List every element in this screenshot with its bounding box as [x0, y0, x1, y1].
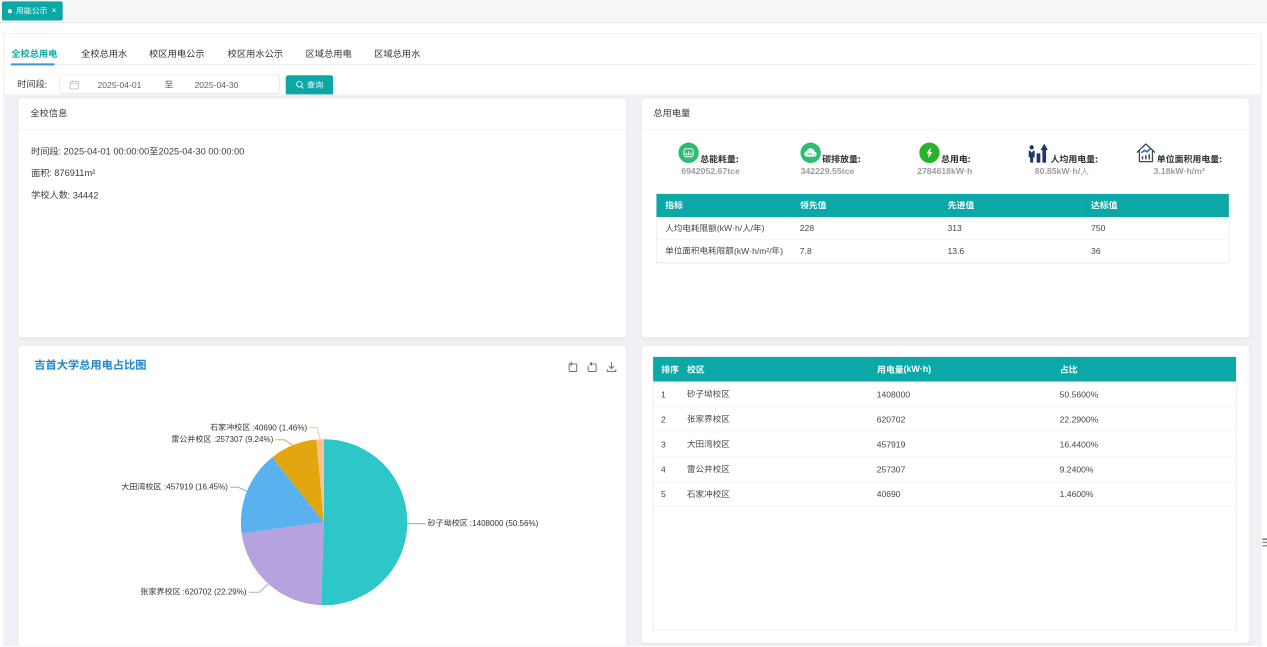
svg-text:co: co [808, 151, 813, 156]
svg-text:2: 2 [813, 153, 815, 157]
